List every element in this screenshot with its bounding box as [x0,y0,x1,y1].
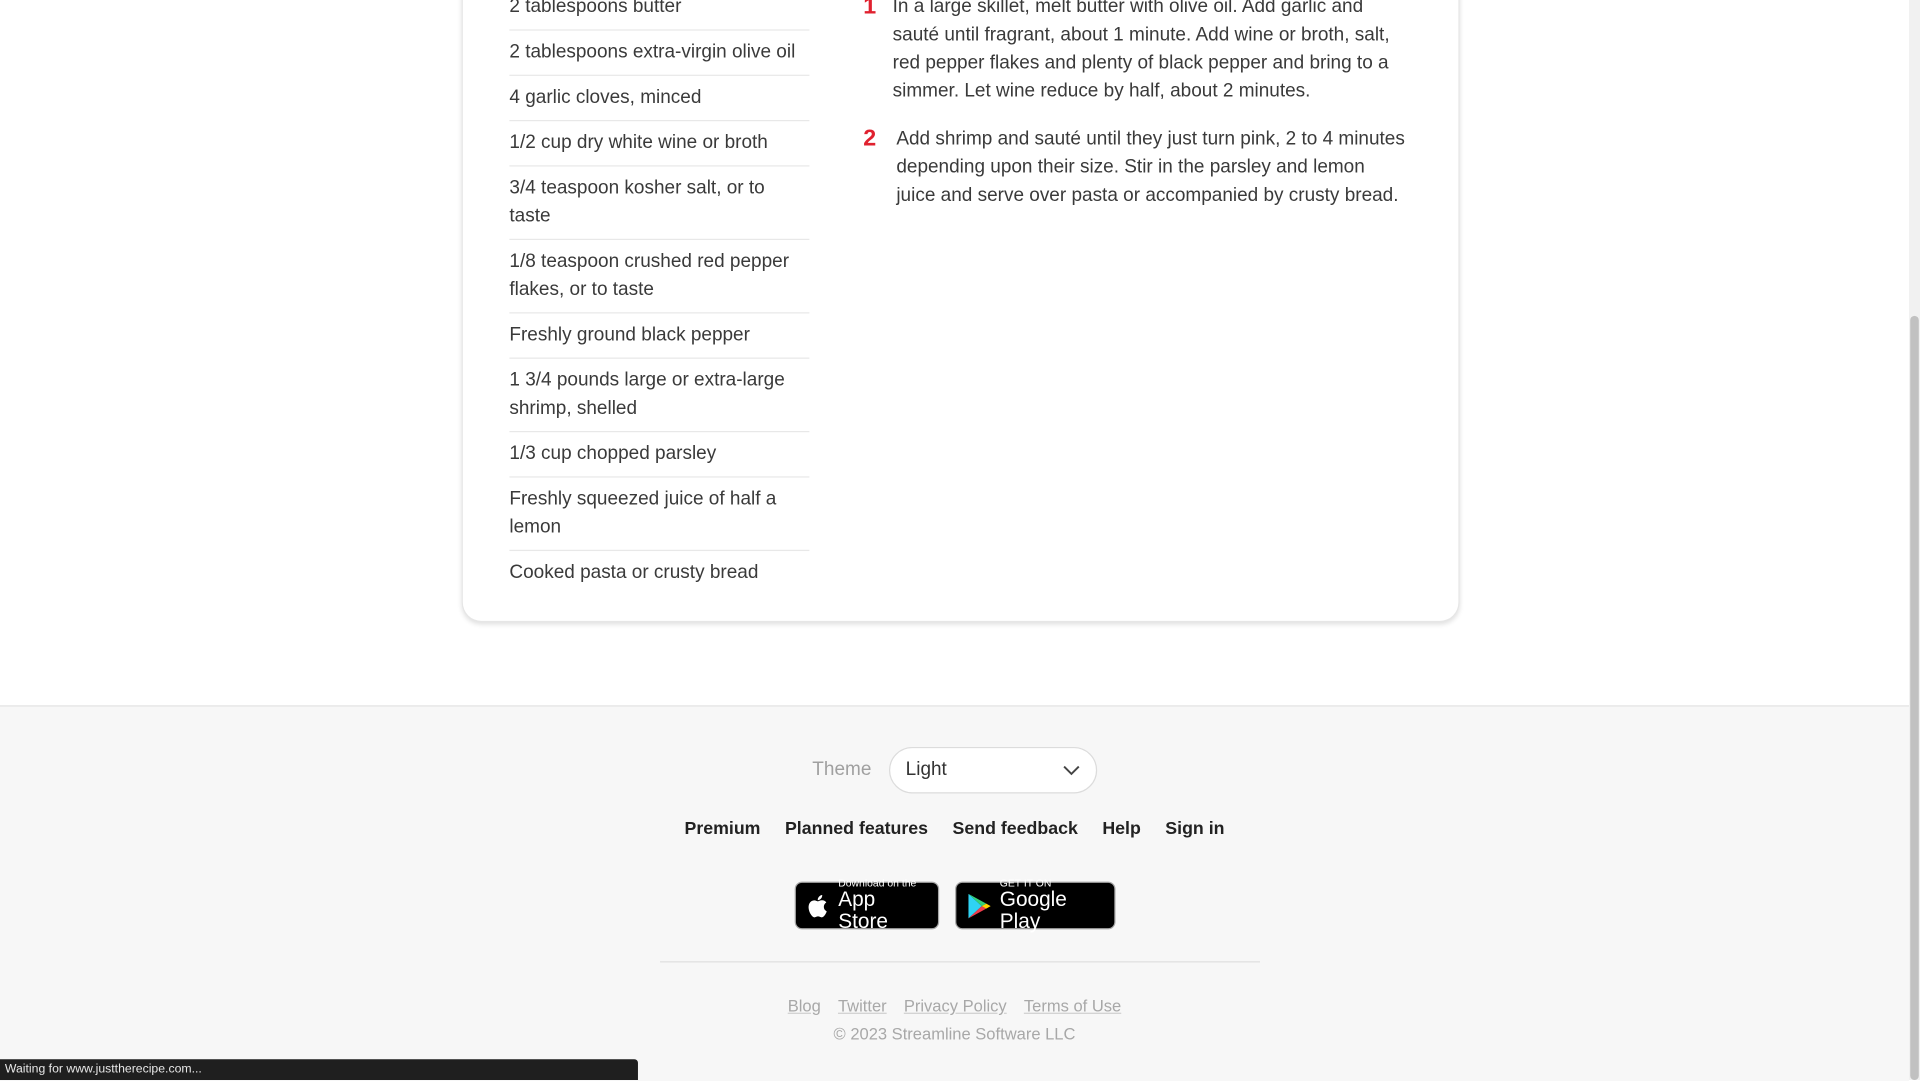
page-viewport: 2 tablespoons butter 2 tablespoons extra… [0,0,1920,1081]
ingredient-item: 2 tablespoons extra-virgin olive oil [509,30,810,76]
ingredient-item: 4 garlic cloves, minced [509,75,810,121]
ingredient-item: 1 3/4 pounds large or extra-large shrimp… [509,358,810,432]
browser-status-bar: Waiting for www.justtherecipe.com... [0,1059,638,1081]
google-play-badge[interactable]: GET IT ON Google Play [954,877,1115,932]
google-play-big-text: Google Play [999,887,1067,934]
copyright-text: © 2023 Streamline Software LLC [833,1024,1076,1044]
theme-select-value: Light [905,759,947,781]
footer-nav: Premium Planned features Send feedback H… [0,819,1909,839]
vertical-scrollbar[interactable] [1908,0,1920,1081]
google-play-icon [967,893,991,918]
theme-selector-row: Theme Light [0,746,1909,794]
step-text: Add shrimp and sauté until they just tur… [896,128,1405,206]
theme-label: Theme [812,759,872,781]
ingredient-item: 3/4 teaspoon kosher salt, or to taste [509,166,810,240]
scrollbar-thumb[interactable] [1910,315,1919,1081]
ingredients-list: 2 tablespoons butter 2 tablespoons extra… [509,0,810,594]
app-store-big-text: App Store [838,887,888,934]
step-number: 2 [863,126,877,152]
ingredient-item: 1/3 cup chopped parsley [509,432,810,477]
premium-link[interactable]: Premium [684,819,760,839]
send-feedback-link[interactable]: Send feedback [953,819,1078,839]
ingredient-item: 1/8 teaspoon crushed red pepper flakes, … [509,239,810,313]
twitter-link[interactable]: Twitter [838,997,887,1015]
sign-in-link[interactable]: Sign in [1165,819,1224,839]
step-text: In a large skillet, melt butter with oli… [892,0,1390,102]
step-number: 1 [863,0,877,20]
ingredient-item: 2 tablespoons butter [509,0,810,31]
apple-icon [807,894,827,917]
site-footer: Theme Light Premium Planned features Sen… [0,705,1909,1081]
app-store-text: Download on the App Store [838,877,926,934]
theme-select[interactable]: Light [888,746,1097,794]
chevron-down-icon [1062,765,1080,776]
app-badges: Download on the App Store GET IT ON Goog… [0,877,1909,932]
instruction-step: 2 Add shrimp and sauté until they just t… [863,125,1408,209]
terms-of-use-link[interactable]: Terms of Use [1024,997,1121,1015]
instructions-list: 1 In a large skillet, melt butter with o… [863,0,1408,229]
planned-features-link[interactable]: Planned features [785,819,928,839]
ingredient-item: 1/2 cup dry white wine or broth [509,121,810,166]
google-play-text: GET IT ON Google Play [999,877,1103,934]
ingredient-item: Freshly squeezed juice of half a lemon [509,477,810,551]
ingredient-item: Freshly ground black pepper [509,313,810,359]
blog-link[interactable]: Blog [788,997,821,1015]
privacy-policy-link[interactable]: Privacy Policy [904,997,1007,1015]
help-link[interactable]: Help [1102,819,1140,839]
app-store-badge[interactable]: Download on the App Store [794,877,939,932]
footer-divider [660,961,1261,963]
ingredient-item: Cooked pasta or crusty bread [509,562,759,583]
instruction-step: 1 In a large skillet, melt butter with o… [863,0,1408,105]
legal-links: Blog Twitter Privacy Policy Terms of Use [0,997,1909,1015]
